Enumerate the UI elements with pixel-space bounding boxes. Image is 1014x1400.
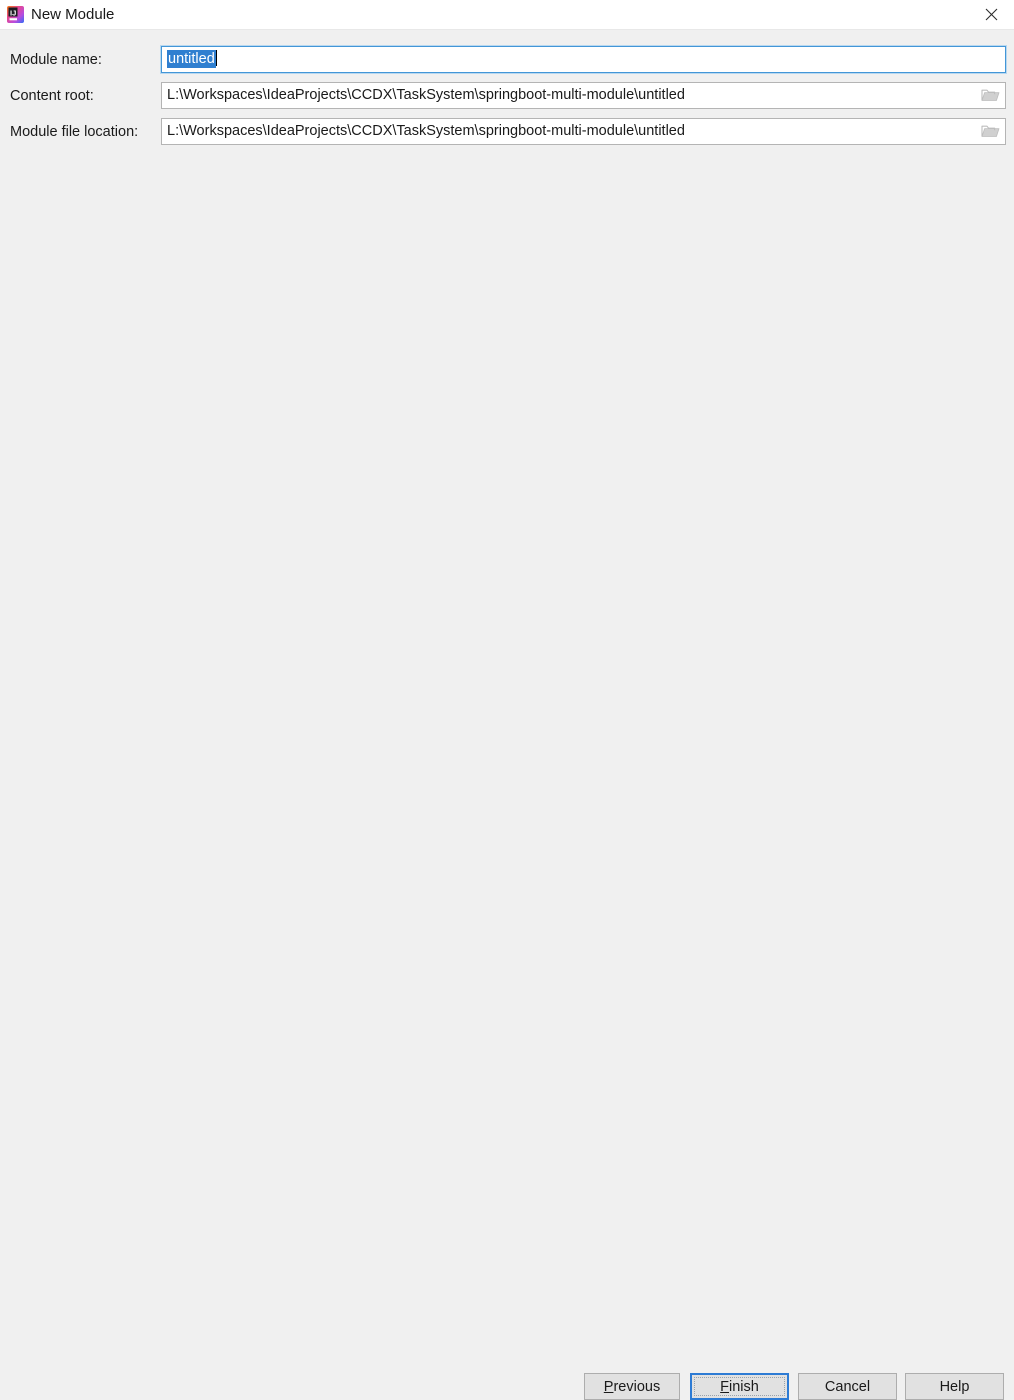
window-title: New Module: [31, 6, 115, 23]
module-file-location-label: Module file location:: [10, 124, 139, 140]
finish-mnemonic: F: [720, 1378, 730, 1395]
module-file-location-value: L:\Workspaces\IdeaProjects\CCDX\TaskSyst…: [167, 123, 685, 139]
finish-button[interactable]: Finish: [690, 1373, 789, 1400]
cancel-button[interactable]: Cancel: [798, 1373, 897, 1400]
module-name-value: untitled: [167, 47, 217, 72]
module-file-location-input[interactable]: L:\Workspaces\IdeaProjects\CCDX\TaskSyst…: [161, 118, 1006, 145]
close-icon[interactable]: [968, 0, 1014, 29]
finish-label-rest: inish: [729, 1378, 759, 1395]
new-module-dialog: IJ New Module Module name: untitled Cont…: [0, 0, 1014, 1400]
previous-label-rest: revious: [613, 1378, 661, 1395]
content-root-input[interactable]: L:\Workspaces\IdeaProjects\CCDX\TaskSyst…: [161, 82, 1006, 109]
title-bar: IJ New Module: [0, 0, 1014, 30]
text-caret: [215, 50, 217, 66]
help-button[interactable]: Help: [905, 1373, 1004, 1400]
row-content-root: Content root: L:\Workspaces\IdeaProjects…: [0, 81, 1014, 111]
previous-button[interactable]: Previous: [584, 1373, 680, 1400]
folder-icon[interactable]: [981, 87, 1000, 104]
selected-text: untitled: [167, 50, 216, 68]
previous-mnemonic: P: [603, 1378, 614, 1395]
dialog-button-bar: Previous Finish Cancel Help: [0, 680, 1014, 1400]
row-module-file-location: Module file location: L:\Workspaces\Idea…: [0, 117, 1014, 147]
module-name-input[interactable]: untitled: [161, 46, 1006, 73]
intellij-idea-icon: IJ: [7, 6, 24, 23]
folder-icon[interactable]: [981, 123, 1000, 140]
row-module-name: Module name: untitled: [0, 45, 1014, 75]
module-name-label: Module name:: [10, 52, 102, 68]
content-root-label: Content root:: [10, 88, 94, 104]
content-root-value: L:\Workspaces\IdeaProjects\CCDX\TaskSyst…: [167, 87, 685, 103]
svg-text:IJ: IJ: [10, 8, 16, 17]
